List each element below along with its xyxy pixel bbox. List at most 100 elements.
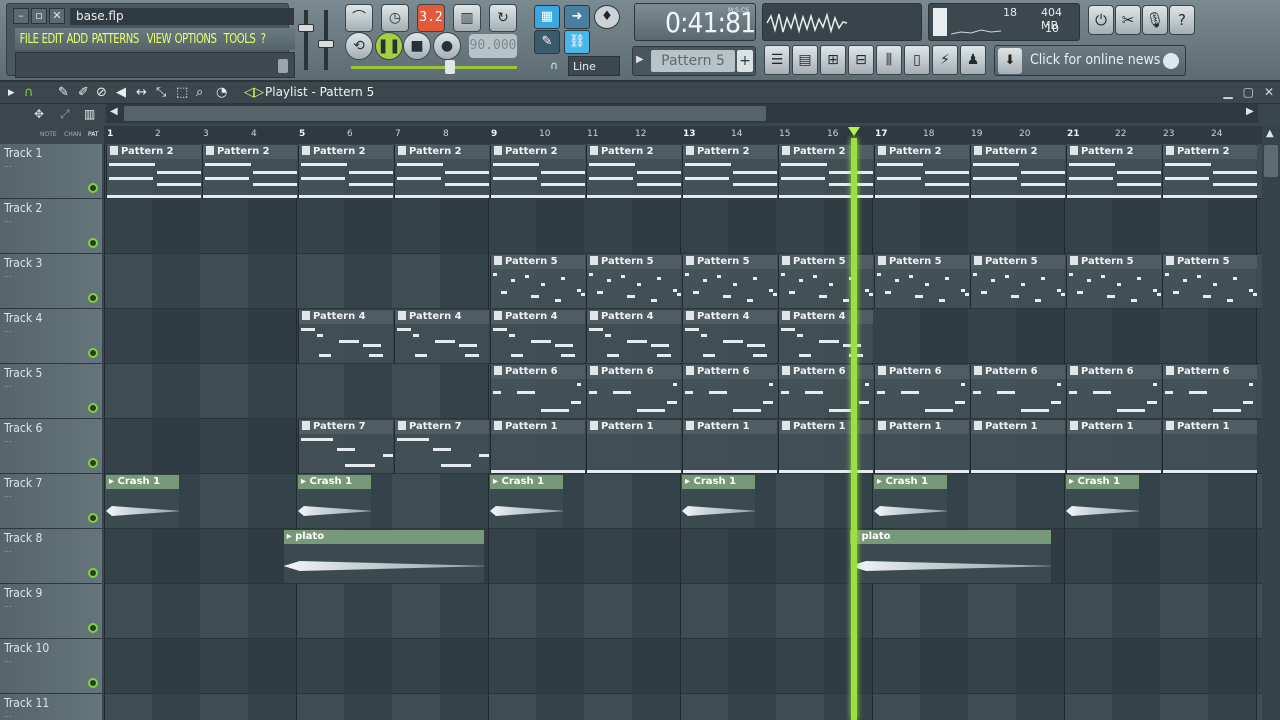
menu-view[interactable]: VIEW (144, 32, 174, 47)
track-lane[interactable]: Pattern 7 Pattern 7 Pattern 1 Pattern 1 Patt… (104, 419, 1262, 474)
pattern-clip[interactable]: Pattern 6 (586, 365, 681, 418)
pattern-clip[interactable]: Pattern 4 (394, 310, 489, 363)
pattern-arrow-icon[interactable]: ▶ (636, 54, 646, 70)
recording-filter-icon[interactable]: ♦ (594, 5, 620, 29)
pattern-clip[interactable]: Pattern 4 (778, 310, 873, 363)
vertical-scroll-track[interactable] (1262, 126, 1280, 720)
loop-record-icon[interactable]: ↻ (489, 4, 517, 32)
track-menu-icon[interactable]: ... (4, 215, 12, 224)
pattern-name[interactable]: Pattern 5 (651, 50, 735, 72)
track-header[interactable]: Track 4... (0, 309, 102, 364)
track-header[interactable]: Track 8... (0, 529, 102, 584)
delete-icon[interactable]: ⊘ (96, 85, 107, 100)
track-menu-icon[interactable]: ... (4, 160, 12, 169)
mixer-icon[interactable]: ⫼ (876, 45, 902, 75)
pattern-clip[interactable]: Pattern 6 (874, 365, 969, 418)
pattern-clip[interactable]: Pattern 5 (682, 255, 777, 308)
slice-icon[interactable]: ⤡ (156, 85, 166, 100)
track-header[interactable]: Track 10... (0, 639, 102, 694)
master-volume-slider[interactable] (298, 10, 314, 70)
audio-clip[interactable]: ▸ Crash 1 (298, 475, 372, 528)
track-lane[interactable]: ▸ Crash 1 ▸ Crash 1 ▸ Crash 1 ▸ Crash 1 ▸ Cr… (104, 474, 1262, 529)
stop-button[interactable]: ■ (403, 32, 431, 60)
track-lane[interactable]: Pattern 5 Pattern 5 Pattern 5 Pattern 5 Patt… (104, 254, 1262, 309)
track-lane[interactable]: Pattern 6 Pattern 6 Pattern 6 Pattern 6 Patt… (104, 364, 1262, 419)
pattern-clip[interactable]: Pattern 2 (490, 145, 585, 198)
pattern-clip[interactable]: Pattern 1 (682, 420, 777, 473)
pattern-clip[interactable]: Pattern 5 (1066, 255, 1161, 308)
track-lane[interactable] (104, 639, 1262, 694)
pattern-clip[interactable]: Pattern 5 (1162, 255, 1257, 308)
track-lane[interactable] (104, 694, 1262, 720)
slip-icon[interactable]: ↔ (136, 85, 147, 100)
pattern-clip[interactable]: Pattern 2 (778, 145, 873, 198)
pitch-knob-handle[interactable] (445, 60, 455, 74)
scroll-left-icon[interactable]: ◀ (110, 106, 118, 117)
minimize-icon[interactable]: ▁ (1223, 85, 1232, 99)
scroll-right-icon[interactable]: ▶ (1246, 106, 1254, 117)
pattern-clip[interactable]: Pattern 2 (970, 145, 1065, 198)
song-mode-icon[interactable]: ⟲ (345, 32, 373, 60)
typing-keyboard-icon[interactable]: ▦ (534, 5, 560, 29)
audio-clip[interactable]: ▸ Crash 1 (874, 475, 948, 528)
metronome-icon[interactable]: ⌒ (345, 4, 373, 32)
pattern-clip[interactable]: Pattern 2 (874, 145, 969, 198)
track-header[interactable]: Track 11... (0, 694, 102, 720)
move-icon[interactable]: ✥ (34, 107, 44, 121)
wait-record-icon[interactable]: ◷ (381, 4, 409, 32)
track-menu-icon[interactable]: ... (4, 545, 12, 554)
pattern-clip[interactable]: Pattern 1 (586, 420, 681, 473)
pattern-clip[interactable]: Pattern 6 (1066, 365, 1161, 418)
pattern-clip[interactable]: Pattern 5 (490, 255, 585, 308)
pattern-clip[interactable]: Pattern 5 (586, 255, 681, 308)
track-enable-led[interactable] (88, 348, 98, 358)
restore-icon[interactable]: ▫ (31, 8, 47, 24)
help-icon[interactable]: ? (1169, 5, 1195, 35)
track-enable-led[interactable] (88, 568, 98, 578)
pattern-clip[interactable]: Pattern 1 (874, 420, 969, 473)
pattern-clip[interactable]: Pattern 1 (778, 420, 873, 473)
add-pattern-button[interactable]: + (737, 50, 753, 72)
pause-button[interactable]: ❚❚ (375, 32, 403, 60)
pencil-icon[interactable]: ✎ (534, 30, 560, 54)
menu-tools[interactable]: TOOLS (221, 32, 258, 47)
pattern-clip[interactable]: Pattern 5 (778, 255, 873, 308)
draw-icon[interactable]: ✎ (58, 85, 69, 100)
audio-clip[interactable]: ▸ Crash 1 (490, 475, 564, 528)
tools-icon[interactable]: ✂ (1115, 5, 1141, 35)
menu-edit[interactable]: EDIT (39, 32, 66, 47)
track-header[interactable]: Track 9... (0, 584, 102, 639)
zoom-icon[interactable]: ⌕ (196, 85, 203, 100)
pattern-clip[interactable]: Pattern 2 (586, 145, 681, 198)
pattern-clip[interactable]: Pattern 2 (298, 145, 393, 198)
countdown-display[interactable]: 3.2 (417, 4, 445, 32)
pattern-clip[interactable]: Pattern 1 (970, 420, 1065, 473)
audio-clip[interactable]: ▸ plato (850, 530, 1051, 583)
track-enable-led[interactable] (88, 403, 98, 413)
pattern-clip[interactable]: Pattern 6 (778, 365, 873, 418)
link-icon[interactable]: ⛓ (564, 30, 590, 54)
menu-arrow-icon[interactable]: ▸ (8, 85, 15, 100)
mute-icon[interactable]: ◀ (116, 85, 126, 100)
master-pitch-slider[interactable] (318, 10, 334, 70)
blend-notes-icon[interactable]: ▥ (453, 4, 481, 32)
channel-rack-icon[interactable]: ⊞ (820, 45, 846, 75)
magnet-icon[interactable]: ∩ (24, 85, 34, 100)
step-edit-icon[interactable]: ➜ (564, 5, 590, 29)
power-icon[interactable]: ⏻ (1088, 5, 1114, 35)
pitch-knob[interactable] (318, 40, 334, 48)
microphone-icon[interactable]: 🎙 (1142, 5, 1168, 35)
pattern-clip[interactable]: Pattern 2 (106, 145, 201, 198)
close-icon[interactable]: ✕ (49, 8, 65, 24)
vertical-scrollbar[interactable] (1264, 145, 1278, 177)
playhead-marker-icon[interactable] (848, 127, 860, 136)
menu-help[interactable]: ? (258, 32, 268, 47)
mic-stand-icon[interactable]: ♟ (960, 45, 986, 75)
pattern-clip[interactable]: Pattern 2 (394, 145, 489, 198)
track-lane[interactable] (104, 199, 1262, 254)
audio-clip[interactable]: ▸ plato (283, 530, 485, 583)
pattern-clip[interactable]: Pattern 4 (682, 310, 777, 363)
piano-roll-icon[interactable]: ▤ (792, 45, 818, 75)
pattern-clip[interactable]: Pattern 5 (874, 255, 969, 308)
track-menu-icon[interactable]: ... (4, 270, 12, 279)
